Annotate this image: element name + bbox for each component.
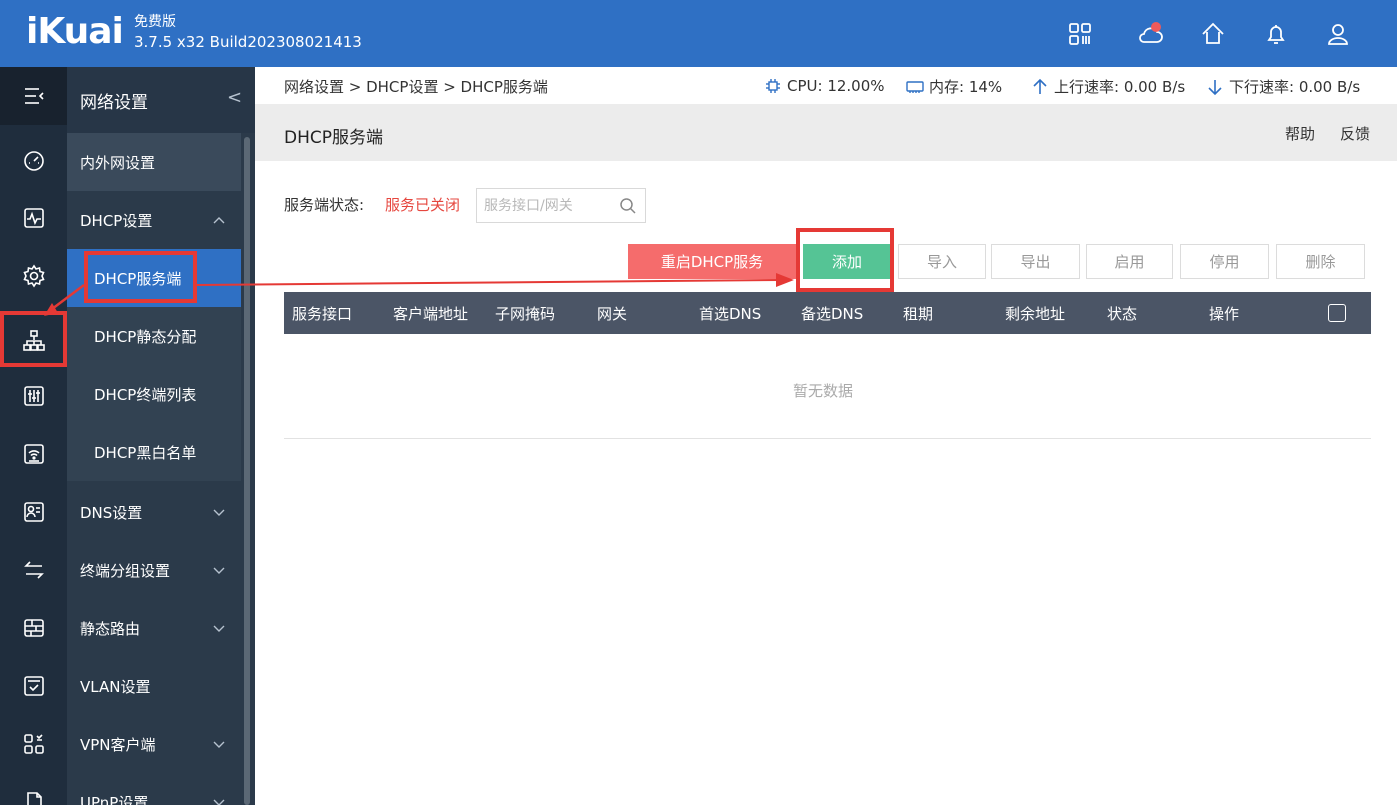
bell-icon[interactable] bbox=[1262, 20, 1290, 48]
export-button[interactable]: 导出 bbox=[991, 244, 1080, 279]
empty-table-message: 暂无数据 bbox=[793, 382, 854, 400]
icon-rail bbox=[0, 67, 67, 805]
help-link[interactable]: 帮助 bbox=[1285, 123, 1315, 144]
breadcrumb: 网络设置 > DHCP设置 > DHCP服务端 bbox=[284, 78, 548, 96]
memory-value: 内存: 14% bbox=[929, 78, 1003, 96]
edition-label: 免费版 bbox=[134, 14, 176, 30]
column-header: 操作 bbox=[1209, 305, 1240, 323]
sidebar-item-terminal-group[interactable]: 终端分组设置 bbox=[67, 541, 241, 599]
search-box bbox=[476, 188, 646, 223]
chevron-down-icon bbox=[213, 625, 225, 632]
enable-button[interactable]: 启用 bbox=[1086, 244, 1173, 279]
search-input[interactable] bbox=[484, 196, 609, 216]
highlight-network-icon bbox=[0, 311, 67, 367]
firewall-icon[interactable] bbox=[0, 599, 67, 657]
column-header: 剩余地址 bbox=[1005, 305, 1066, 323]
wifi-icon[interactable] bbox=[0, 425, 67, 483]
sidebar-item-label: 终端分组设置 bbox=[80, 561, 171, 580]
import-button[interactable]: 导入 bbox=[898, 244, 986, 279]
highlight-add-button bbox=[796, 228, 894, 292]
disable-button[interactable]: 停用 bbox=[1180, 244, 1269, 279]
download-value: 下行速率: 0.00 B/s bbox=[1229, 78, 1361, 96]
column-header: 子网掩码 bbox=[495, 305, 556, 323]
service-status-value: 服务已关闭 bbox=[385, 196, 461, 214]
home-icon[interactable] bbox=[1199, 20, 1227, 48]
sidebar-item-dhcp[interactable]: DHCP设置 bbox=[67, 191, 241, 249]
app-grid-icon[interactable] bbox=[0, 715, 67, 773]
sidebar-item-static-route[interactable]: 静态路由 bbox=[67, 599, 241, 657]
chevron-down-icon bbox=[213, 567, 225, 574]
monitor-icon[interactable] bbox=[0, 189, 67, 247]
arrow-down-icon bbox=[1208, 79, 1222, 95]
chevron-up-icon bbox=[213, 217, 225, 224]
dashboard-icon[interactable] bbox=[0, 131, 67, 189]
collapse-chevron-icon[interactable]: < bbox=[227, 87, 242, 108]
sidebar-item-label: 静态路由 bbox=[80, 619, 141, 638]
service-status-label: 服务端状态: bbox=[284, 196, 365, 214]
memory-icon bbox=[906, 80, 924, 93]
transfer-icon[interactable] bbox=[0, 541, 67, 599]
main-content: 网络设置 > DHCP设置 > DHCP服务端 CPU: 12.00% 内存: … bbox=[255, 67, 1397, 805]
version-label: 3.7.5 x32 Build202308021413 bbox=[134, 33, 362, 51]
check-box-icon[interactable] bbox=[0, 657, 67, 715]
restart-dhcp-button[interactable]: 重启DHCP服务 bbox=[628, 244, 796, 279]
upload-stat: 上行速率: 0.00 B/s bbox=[1030, 76, 1185, 97]
nav-section-header[interactable]: 网络设置 < bbox=[67, 67, 255, 133]
arrow-up-icon bbox=[1033, 78, 1047, 94]
highlight-dhcp-server bbox=[84, 251, 197, 303]
sidebar-item-label: DNS设置 bbox=[80, 503, 143, 522]
cpu-icon bbox=[766, 79, 780, 93]
sidebar-item-label: VPN客户端 bbox=[80, 735, 156, 754]
apps-icon[interactable] bbox=[1066, 20, 1094, 48]
memory-stat: 内存: 14% bbox=[905, 76, 1002, 97]
sidebar-item-dns[interactable]: DNS设置 bbox=[67, 483, 241, 541]
feedback-link[interactable]: 反馈 bbox=[1340, 123, 1370, 144]
column-header: 服务接口 bbox=[292, 305, 353, 323]
column-header: 租期 bbox=[903, 305, 934, 323]
sidebar-item-wan-lan[interactable]: 内外网设置 bbox=[67, 133, 241, 191]
delete-button[interactable]: 删除 bbox=[1276, 244, 1365, 279]
ikuai-logo: iKuai bbox=[26, 11, 124, 52]
page-title: DHCP服务端 bbox=[284, 128, 383, 148]
sidebar-item-vpn-client[interactable]: VPN客户端 bbox=[67, 715, 241, 773]
user-card-icon[interactable] bbox=[0, 483, 67, 541]
top-header: iKuai 免费版 3.7.5 x32 Build202308021413 bbox=[0, 0, 1397, 67]
sidebar-item-label: DHCP设置 bbox=[80, 211, 153, 230]
download-stat: 下行速率: 0.00 B/s bbox=[1205, 76, 1360, 97]
settings-icon[interactable] bbox=[0, 247, 67, 305]
cpu-stat: CPU: 12.00% bbox=[763, 76, 885, 96]
nav-section-title: 网络设置 bbox=[80, 93, 148, 113]
chevron-down-icon bbox=[213, 509, 225, 516]
sidebar-item-dhcp-clients[interactable]: DHCP终端列表 bbox=[67, 365, 241, 423]
sliders-icon[interactable] bbox=[0, 367, 67, 425]
table-divider bbox=[284, 438, 1371, 439]
page-title-bar: DHCP服务端 帮助 反馈 bbox=[255, 104, 1397, 161]
sidebar-scrollbar[interactable] bbox=[244, 137, 250, 805]
select-all-checkbox[interactable] bbox=[1328, 304, 1346, 322]
search-icon[interactable] bbox=[619, 197, 637, 215]
sidebar-item-dhcp-blackwhite[interactable]: DHCP黑白名单 bbox=[67, 423, 241, 481]
column-header: 状态 bbox=[1107, 305, 1138, 323]
chevron-down-icon bbox=[213, 799, 225, 805]
sidebar-item-upnp[interactable]: UPnP设置 bbox=[67, 773, 241, 805]
sidebar-item-vlan[interactable]: VLAN设置 bbox=[67, 657, 241, 715]
sidebar-nav: 网络设置 < 内外网设置 DHCP设置 DHCP服务端 DHCP静态分配 DHC… bbox=[67, 67, 255, 805]
column-header: 首选DNS bbox=[699, 305, 762, 323]
cpu-value: CPU: 12.00% bbox=[787, 77, 885, 95]
sidebar-item-label: UPnP设置 bbox=[80, 793, 149, 805]
upload-value: 上行速率: 0.00 B/s bbox=[1054, 78, 1186, 96]
table-header: 服务接口 客户端地址 子网掩码 网关 首选DNS 备选DNS 租期 剩余地址 状… bbox=[284, 292, 1371, 334]
menu-collapse-icon[interactable] bbox=[0, 67, 67, 125]
document-icon[interactable] bbox=[0, 773, 67, 805]
chevron-down-icon bbox=[213, 741, 225, 748]
cloud-icon[interactable] bbox=[1136, 20, 1164, 48]
column-header: 客户端地址 bbox=[393, 305, 469, 323]
user-icon[interactable] bbox=[1324, 20, 1352, 48]
status-bar: 网络设置 > DHCP设置 > DHCP服务端 CPU: 12.00% 内存: … bbox=[255, 67, 1397, 104]
column-header: 网关 bbox=[597, 305, 628, 323]
column-header: 备选DNS bbox=[801, 305, 864, 323]
sidebar-item-dhcp-static[interactable]: DHCP静态分配 bbox=[67, 307, 241, 365]
